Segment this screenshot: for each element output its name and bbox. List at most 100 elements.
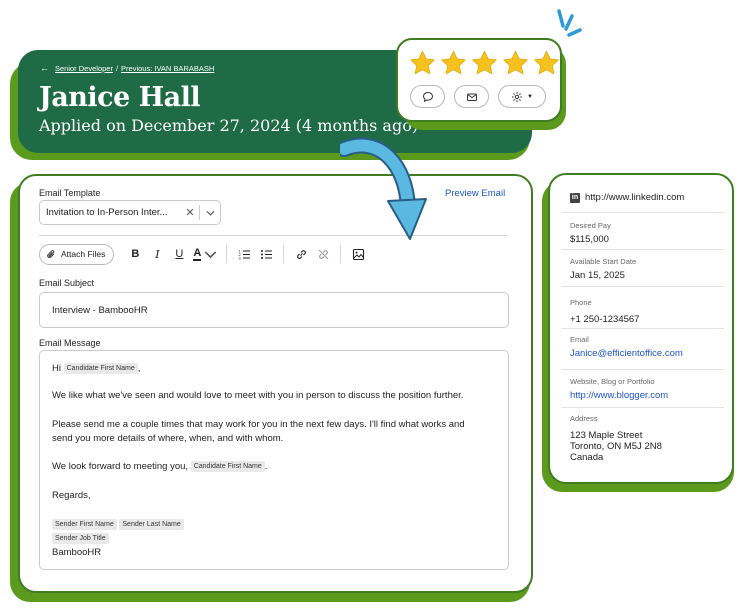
website-label: Website, Blog or Portfolio	[570, 377, 655, 386]
email-template-select[interactable]: Invitation to In-Person Inter... ✕	[39, 200, 221, 225]
email-subject-label: Email Subject	[39, 278, 95, 288]
preview-email-link[interactable]: Preview Email	[445, 188, 505, 199]
toolbar-separator	[340, 245, 342, 263]
phone-row: Phone +1 250-1234567	[570, 298, 724, 325]
linkedin-row: in http://www.linkedin.com	[570, 192, 684, 203]
candidate-first-name-token[interactable]: Candidate First Name	[63, 362, 138, 374]
divider	[562, 212, 724, 213]
comment-icon	[422, 91, 433, 102]
divider	[562, 286, 724, 287]
breadcrumb-job-link[interactable]: Senior Developer	[55, 64, 113, 73]
sender-title-line: Sender Job Title	[52, 532, 109, 546]
divider	[562, 407, 724, 408]
divider	[39, 235, 508, 236]
sender-job-title-token[interactable]: Sender Job Title	[52, 532, 109, 544]
email-row: Email Janice@efficientoffice.com	[570, 335, 724, 359]
toolbar-separator	[226, 245, 228, 263]
sender-last-name-token[interactable]: Sender Last Name	[119, 518, 184, 530]
caret-down-icon: ▼	[527, 93, 533, 100]
chevron-down-icon[interactable]	[200, 210, 220, 216]
applied-date: Applied on December 27, 2024 (4 months a…	[39, 116, 419, 135]
start-date-value: Jan 15, 2025	[570, 270, 625, 281]
address-line-2: Toronto, ON M5J 2N8	[570, 441, 662, 452]
paperclip-icon	[47, 249, 55, 258]
sparkle-decoration	[557, 9, 582, 37]
formatting-toolbar: Attach Files B I U A 123	[39, 243, 369, 265]
previous-candidate-link[interactable]: Previous: IVAN BARABASH	[121, 64, 214, 73]
svg-text:3: 3	[238, 256, 240, 260]
email-label: Email	[570, 335, 589, 344]
email-message-label: Email Message	[39, 338, 101, 348]
address-row: Address 123 Maple Street Toronto, ON M5J…	[570, 414, 724, 463]
breadcrumb-separator: /	[115, 63, 119, 73]
linkedin-icon: in	[570, 192, 580, 203]
divider	[562, 249, 724, 250]
rating-card: ▼	[396, 38, 562, 122]
breadcrumb: ← Senior Developer / Previous: IVAN BARA…	[40, 63, 214, 73]
start-date-row: Available Start Date Jan 15, 2025	[570, 257, 724, 281]
greeting-text: Hi	[52, 363, 61, 374]
start-date-label: Available Start Date	[570, 257, 637, 266]
insert-image-icon[interactable]	[347, 243, 369, 265]
comment-button[interactable]	[410, 85, 445, 108]
candidate-first-name-token[interactable]: Candidate First Name	[190, 460, 265, 472]
star-icon[interactable]	[408, 49, 437, 77]
address-line-1: 123 Maple Street	[570, 430, 643, 441]
message-paragraph-1: We like what we've seen and would love t…	[52, 390, 464, 401]
sender-first-name-token[interactable]: Sender First Name	[52, 518, 117, 530]
greeting-line: Hi Candidate First Name,	[52, 362, 140, 376]
toolbar-separator	[283, 245, 285, 263]
message-paragraph-2a: Please send me a couple times that may w…	[52, 419, 465, 430]
star-icon[interactable]	[470, 49, 499, 77]
closing-period: .	[264, 461, 268, 472]
text-color-icon[interactable]: A	[190, 243, 220, 265]
attach-files-button[interactable]: Attach Files	[39, 243, 115, 265]
company-line: BambooHR	[52, 547, 102, 558]
bold-icon[interactable]: B	[124, 243, 146, 265]
closing-text: We look forward to meeting you,	[52, 461, 189, 472]
phone-label: Phone	[570, 298, 592, 307]
email-subject-input[interactable]: Interview - BambooHR	[39, 292, 509, 328]
regards-line: Regards,	[52, 490, 91, 501]
attach-files-label: Attach Files	[61, 249, 106, 259]
linkedin-url[interactable]: http://www.linkedin.com	[585, 192, 684, 203]
message-paragraph-3: We look forward to meeting you, Candidat…	[52, 460, 267, 474]
clear-icon[interactable]: ✕	[181, 206, 199, 219]
email-template-label: Email Template	[39, 188, 101, 198]
star-icon[interactable]	[501, 49, 530, 77]
email-message-editor[interactable]: Hi Candidate First Name, We like what we…	[39, 350, 509, 570]
website-row: Website, Blog or Portfolio http://www.bl…	[570, 377, 724, 401]
desired-pay-row: Desired Pay $115,000	[570, 221, 724, 245]
message-paragraph-2b: send you more details of where, when, an…	[52, 433, 284, 444]
settings-menu-button[interactable]: ▼	[498, 85, 546, 108]
star-icon[interactable]	[439, 49, 468, 77]
desired-pay-label: Desired Pay	[570, 221, 611, 230]
italic-icon[interactable]: I	[146, 243, 168, 265]
template-selected-value: Invitation to In-Person Inter...	[46, 207, 168, 218]
unlink-icon[interactable]	[312, 243, 334, 265]
gear-icon	[512, 91, 523, 102]
greeting-comma: ,	[137, 363, 141, 374]
mail-icon	[466, 93, 477, 101]
link-icon[interactable]	[290, 243, 312, 265]
numbered-list-icon[interactable]: 123	[233, 243, 255, 265]
email-link[interactable]: Janice@efficientoffice.com	[570, 348, 724, 359]
website-link[interactable]: http://www.blogger.com	[570, 390, 724, 401]
address-label: Address	[570, 414, 598, 423]
back-arrow-icon[interactable]: ←	[40, 63, 49, 73]
desired-pay-value: $115,000	[570, 234, 609, 245]
email-button[interactable]	[454, 85, 489, 108]
underline-icon[interactable]: U	[168, 243, 190, 265]
sender-name-line: Sender First Name Sender Last Name	[52, 518, 184, 532]
pointer-arrow-decoration	[340, 137, 427, 240]
star-rating[interactable]	[408, 49, 561, 77]
divider	[562, 328, 724, 329]
bullet-list-icon[interactable]	[255, 243, 277, 265]
phone-value: +1 250-1234567	[570, 314, 640, 325]
email-composer: Email Template Preview Email Invitation …	[18, 174, 533, 593]
divider	[562, 369, 724, 370]
candidate-profile-card: in http://www.linkedin.com Desired Pay $…	[548, 173, 734, 484]
candidate-name: Janice Hall	[39, 82, 201, 113]
address-line-3: Canada	[570, 452, 604, 463]
star-icon[interactable]	[532, 49, 561, 77]
